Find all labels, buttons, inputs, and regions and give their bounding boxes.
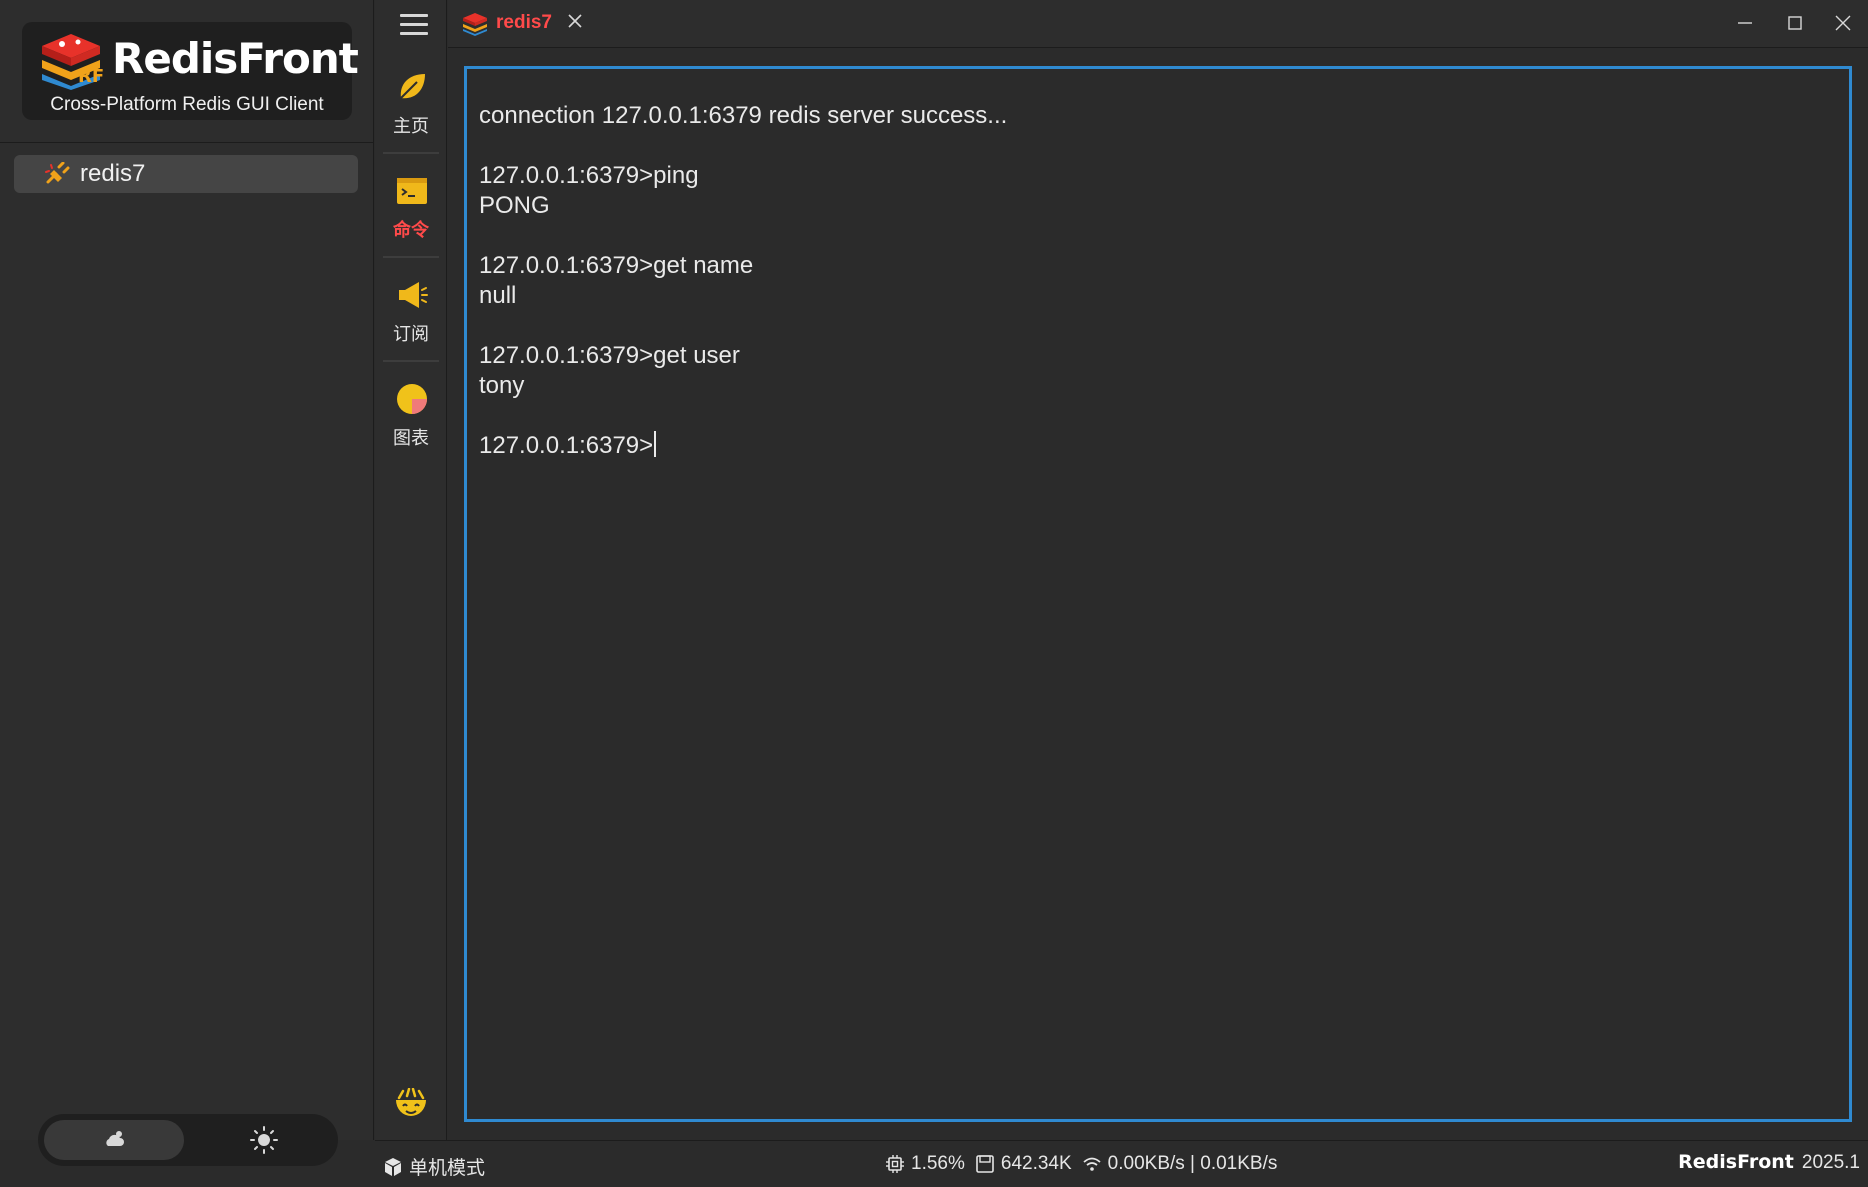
- pie-chart-icon: [397, 384, 427, 414]
- logo-title: RedisFront: [112, 34, 359, 83]
- system-stats: 1.56% 642.34K 0.00KB/s | 0.01KB/s: [885, 1153, 1277, 1175]
- connection-item-redis7[interactable]: redis7: [14, 155, 358, 193]
- app-version: RedisFront 2025.1: [1678, 1151, 1860, 1174]
- status-bar: 单机模式 1.56% 642.34K 0.00KB/s | 0.01KB/s R…: [375, 1140, 1868, 1187]
- nav-separator: [383, 256, 439, 258]
- sun-icon[interactable]: [248, 1124, 280, 1156]
- text-cursor: [654, 431, 657, 457]
- terminal-prompt-line[interactable]: 127.0.0.1:6379>: [479, 431, 1837, 461]
- panel-divider: [0, 142, 374, 143]
- mode-label: 单机模式: [409, 1158, 486, 1179]
- terminal-line: 127.0.0.1:6379>ping: [479, 162, 699, 189]
- terminal-prompt: 127.0.0.1:6379>: [479, 432, 654, 459]
- mode-indicator: 单机模式: [383, 1153, 485, 1180]
- tab-redis7[interactable]: redis7: [462, 10, 582, 40]
- connection-label: redis7: [80, 160, 146, 187]
- nav-separator: [383, 360, 439, 362]
- dark-theme-button[interactable]: [44, 1120, 184, 1160]
- connection-panel: RF RedisFront Cross-Platform Redis GUI C…: [0, 0, 374, 1166]
- cloud-moon-icon: [106, 1131, 124, 1146]
- leaf-icon: [400, 74, 425, 99]
- tab-bar: redis7: [448, 0, 1868, 48]
- terminal-line: tony: [479, 372, 525, 399]
- app-logo: RF RedisFront Cross-Platform Redis GUI C…: [22, 22, 359, 120]
- minimize-icon[interactable]: [1736, 14, 1754, 32]
- cube-icon: [385, 1157, 401, 1176]
- nav-item-home[interactable]: 主页: [383, 62, 439, 152]
- nav-item-subscribe[interactable]: 订阅: [383, 270, 439, 360]
- version-number: 2025.1: [1801, 1152, 1860, 1173]
- network-speed: 0.00KB/s | 0.01KB/s: [1107, 1153, 1278, 1174]
- tab-label: redis7: [496, 12, 552, 33]
- nav-item-chart[interactable]: 图表: [383, 374, 439, 464]
- nav-label-command: 命令: [393, 220, 429, 241]
- command-terminal[interactable]: connection 127.0.0.1:6379 redis server s…: [464, 66, 1852, 1122]
- redis-logo-icon: RF: [42, 34, 104, 90]
- cpu-usage: 1.56%: [911, 1153, 965, 1174]
- terminal-line: 127.0.0.1:6379>get user: [479, 342, 740, 369]
- terminal-icon: [397, 178, 427, 204]
- svg-text:RF: RF: [78, 66, 104, 87]
- theme-toggle[interactable]: [38, 1114, 338, 1166]
- cpu-icon: [886, 1155, 904, 1173]
- menu-icon[interactable]: [400, 14, 428, 36]
- nav-rail: 主页 命令 订阅 图表: [375, 0, 447, 1140]
- megaphone-icon: [399, 282, 428, 308]
- nav-label-subscribe: 订阅: [393, 324, 429, 345]
- logo-subtitle: Cross-Platform Redis GUI Client: [50, 94, 324, 115]
- terminal-line: connection 127.0.0.1:6379 redis server s…: [479, 102, 1008, 129]
- nav-label-home: 主页: [393, 116, 429, 137]
- wifi-icon: [1083, 1157, 1101, 1171]
- nav-item-command[interactable]: 命令: [383, 166, 439, 256]
- nav-separator: [383, 152, 439, 154]
- memory-usage: 642.34K: [1000, 1153, 1072, 1174]
- smile-icon[interactable]: [393, 1088, 429, 1120]
- app-window: RF RedisFront Cross-Platform Redis GUI C…: [0, 0, 1868, 1187]
- redis-icon: [463, 13, 487, 36]
- terminal-line: 127.0.0.1:6379>get name: [479, 252, 754, 279]
- close-window-icon[interactable]: [1834, 14, 1852, 32]
- nav-label-chart: 图表: [393, 428, 429, 449]
- plug-icon: [45, 162, 70, 184]
- terminal-line: PONG: [479, 192, 550, 219]
- close-tab-icon[interactable]: [568, 14, 582, 28]
- brand-name: RedisFront: [1678, 1151, 1794, 1173]
- memory-icon: [976, 1155, 994, 1173]
- terminal-line: null: [479, 282, 517, 309]
- maximize-icon[interactable]: [1786, 14, 1804, 32]
